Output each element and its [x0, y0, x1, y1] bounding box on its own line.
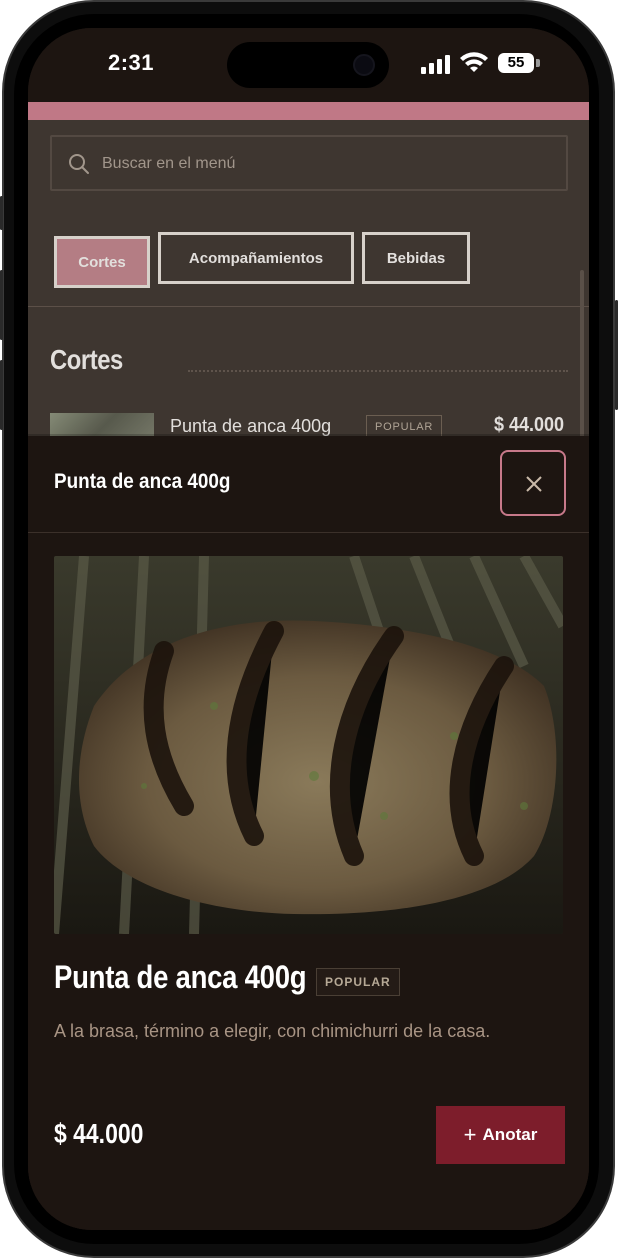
search-bar[interactable]	[50, 135, 568, 191]
wifi-icon	[460, 52, 488, 72]
close-icon	[526, 476, 542, 492]
search-icon	[69, 154, 89, 174]
menu-item-price: $ 44.000	[494, 414, 565, 436]
sheet-header: Punta de anca 400g	[28, 436, 589, 533]
battery-tip	[536, 59, 540, 67]
screen: 2:31 55 Cortes Acompañamientos Bebidas	[28, 28, 589, 1230]
sheet-title: Punta de anca 400g	[54, 470, 231, 493]
section-rule	[188, 370, 568, 374]
camera-icon	[353, 54, 375, 76]
divider	[28, 306, 589, 307]
steak-image	[54, 556, 563, 934]
item-photo	[54, 556, 563, 934]
status-bar: 2:31 55	[28, 28, 589, 102]
side-button-left-1	[0, 196, 3, 230]
plus-icon: +	[463, 1122, 477, 1147]
side-button-left-2	[0, 270, 3, 340]
accent-bar	[28, 100, 589, 120]
add-button-label: Anotar	[482, 1125, 538, 1144]
battery-icon: 55	[498, 53, 534, 73]
tab-acompanamientos[interactable]: Acompañamientos	[158, 232, 354, 284]
section-title: Cortes	[50, 344, 123, 375]
item-description: A la brasa, término a elegir, con chimic…	[54, 1021, 491, 1041]
tab-cortes[interactable]: Cortes	[54, 236, 150, 288]
side-button-left-3	[0, 360, 3, 430]
search-input[interactable]	[100, 147, 544, 181]
item-title: Punta de anca 400g	[54, 959, 307, 995]
status-time: 2:31	[108, 50, 155, 75]
menu-item-name[interactable]: Punta de anca 400g	[170, 416, 331, 437]
tab-bebidas[interactable]: Bebidas	[362, 232, 470, 284]
dynamic-island	[227, 42, 389, 88]
close-button[interactable]	[500, 450, 566, 516]
add-button[interactable]: + Anotar	[436, 1106, 565, 1164]
popular-badge: POPULAR	[316, 968, 400, 996]
item-price: $ 44.000	[54, 1118, 144, 1149]
item-detail-sheet: Punta de anca 400g Punta de anca 400g PO…	[28, 436, 589, 1230]
signal-icon	[421, 55, 450, 74]
